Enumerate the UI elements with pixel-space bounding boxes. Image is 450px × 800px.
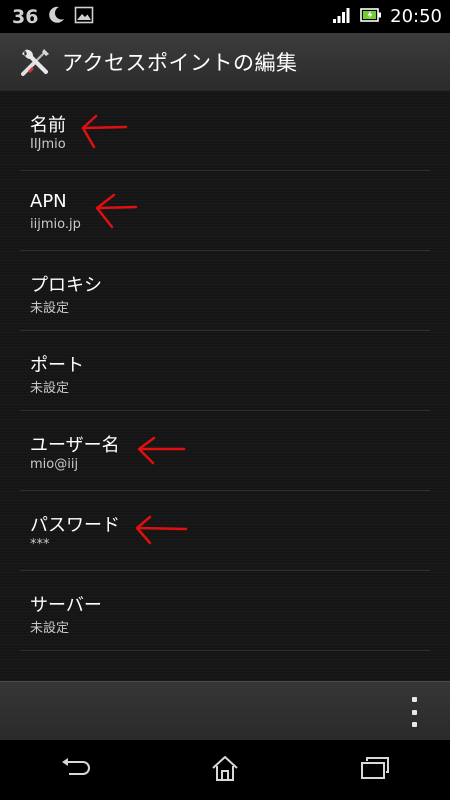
- setting-username[interactable]: ユーザー名 mio@iij: [20, 411, 430, 491]
- dot: [411, 709, 417, 715]
- home-button[interactable]: [195, 748, 255, 792]
- moon-icon: [46, 5, 66, 29]
- navigation-bar: [0, 740, 450, 800]
- setting-summary: 未設定: [30, 621, 70, 636]
- status-left: 36: [0, 5, 94, 29]
- setting-port[interactable]: ポート 未設定: [20, 331, 430, 411]
- setting-summary: mio@iij: [30, 457, 79, 472]
- setting-apn[interactable]: APN iijmio.jp: [20, 171, 430, 251]
- setting-title: プロキシ: [30, 275, 102, 296]
- battery-icon: [360, 6, 382, 28]
- setting-summary: 未設定: [30, 301, 70, 316]
- clock: 20:50: [390, 6, 442, 27]
- notification-number: 36: [12, 5, 39, 28]
- setting-summary: 未設定: [30, 381, 70, 396]
- setting-title: 名前: [30, 115, 66, 136]
- setting-title: APN: [30, 191, 67, 212]
- red-arrow-annotation: [137, 436, 186, 465]
- screen: 36 20:50 アクセスポイントの編集 名前 IIJmio APN iijmi…: [0, 0, 450, 800]
- bottom-action-bar: [0, 681, 450, 741]
- action-bar: アクセスポイントの編集: [0, 33, 450, 92]
- status-bar: 36 20:50: [0, 0, 450, 33]
- back-button[interactable]: [45, 748, 105, 792]
- setting-title: ユーザー名: [30, 435, 120, 456]
- setting-password[interactable]: パスワード ***: [20, 491, 430, 571]
- recent-apps-icon: [360, 756, 390, 784]
- picture-icon: [74, 6, 94, 28]
- page-title: アクセスポイントの編集: [62, 51, 298, 75]
- setting-summary: IIJmio: [30, 137, 66, 152]
- home-icon: [210, 754, 240, 786]
- red-arrow-annotation: [95, 193, 138, 229]
- status-right: 20:50: [332, 6, 450, 28]
- setting-summary: ***: [30, 537, 50, 552]
- setting-title: サーバー: [30, 595, 102, 616]
- setting-summary: iijmio.jp: [30, 217, 81, 232]
- setting-title: パスワード: [30, 515, 120, 536]
- red-arrow-annotation: [135, 515, 188, 545]
- setting-name[interactable]: 名前 IIJmio: [20, 91, 430, 171]
- setting-proxy[interactable]: プロキシ 未設定: [20, 251, 430, 331]
- back-icon: [59, 757, 91, 783]
- red-arrow-annotation: [81, 114, 128, 149]
- dot: [411, 697, 417, 702]
- setting-title: ポート: [30, 355, 84, 376]
- tools-icon: [18, 45, 52, 79]
- recent-apps-button[interactable]: [345, 748, 405, 792]
- signal-icon: [332, 6, 352, 28]
- settings-list: 名前 IIJmio APN iijmio.jp プロキシ 未設定 ポート 未設定…: [0, 91, 450, 681]
- setting-server[interactable]: サーバー 未設定: [20, 571, 430, 651]
- dot: [411, 722, 417, 727]
- overflow-menu-icon[interactable]: [404, 697, 424, 727]
